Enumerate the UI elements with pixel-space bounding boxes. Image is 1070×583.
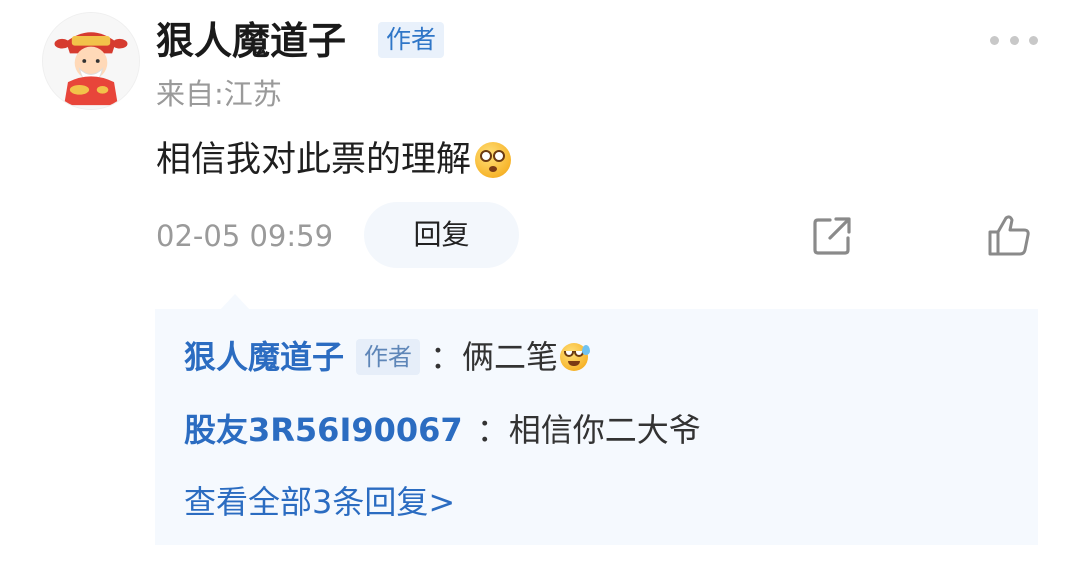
thinking-emoji-icon — [475, 142, 512, 178]
reply-item[interactable]: 股友3R56I90067 ： 相信你二大爷 — [184, 408, 701, 452]
share-icon[interactable] — [810, 214, 854, 258]
dot — [990, 35, 999, 45]
dot — [1009, 35, 1019, 45]
caishen-avatar-icon — [43, 13, 139, 109]
post-timestamp: 02-05 09:59 — [156, 219, 334, 253]
view-all-replies-link[interactable]: 查看全部3条回复> — [184, 480, 455, 524]
post-username[interactable]: 狠人魔道子 — [156, 16, 346, 66]
reply-username[interactable]: 股友3R56I90067 — [184, 408, 463, 452]
author-badge: 作者 — [356, 339, 421, 375]
dot — [1029, 35, 1038, 45]
post-location: 来自:江苏 — [156, 77, 282, 111]
reply-separator: ： — [476, 411, 509, 449]
reply-text: 相信你二大爷 — [508, 411, 701, 449]
reply-item[interactable]: 狠人魔道子 作者 ： 俩二笔 — [184, 335, 591, 379]
reply-button[interactable]: 回复 — [364, 202, 519, 268]
reply-text: 俩二笔 — [462, 338, 559, 376]
post-content: 相信我对此票的理解 — [156, 136, 512, 184]
reply-username[interactable]: 狠人魔道子 — [184, 335, 344, 379]
reply-box-pointer — [220, 294, 250, 310]
reply-separator: ： — [430, 338, 463, 376]
more-options-icon[interactable] — [990, 30, 1038, 50]
author-badge: 作者 — [378, 22, 445, 58]
thumbs-up-icon[interactable] — [986, 212, 1032, 258]
avatar[interactable] — [42, 12, 140, 110]
post-content-text: 相信我对此票的理解 — [156, 140, 472, 180]
sweat-smile-emoji-icon — [560, 343, 591, 371]
